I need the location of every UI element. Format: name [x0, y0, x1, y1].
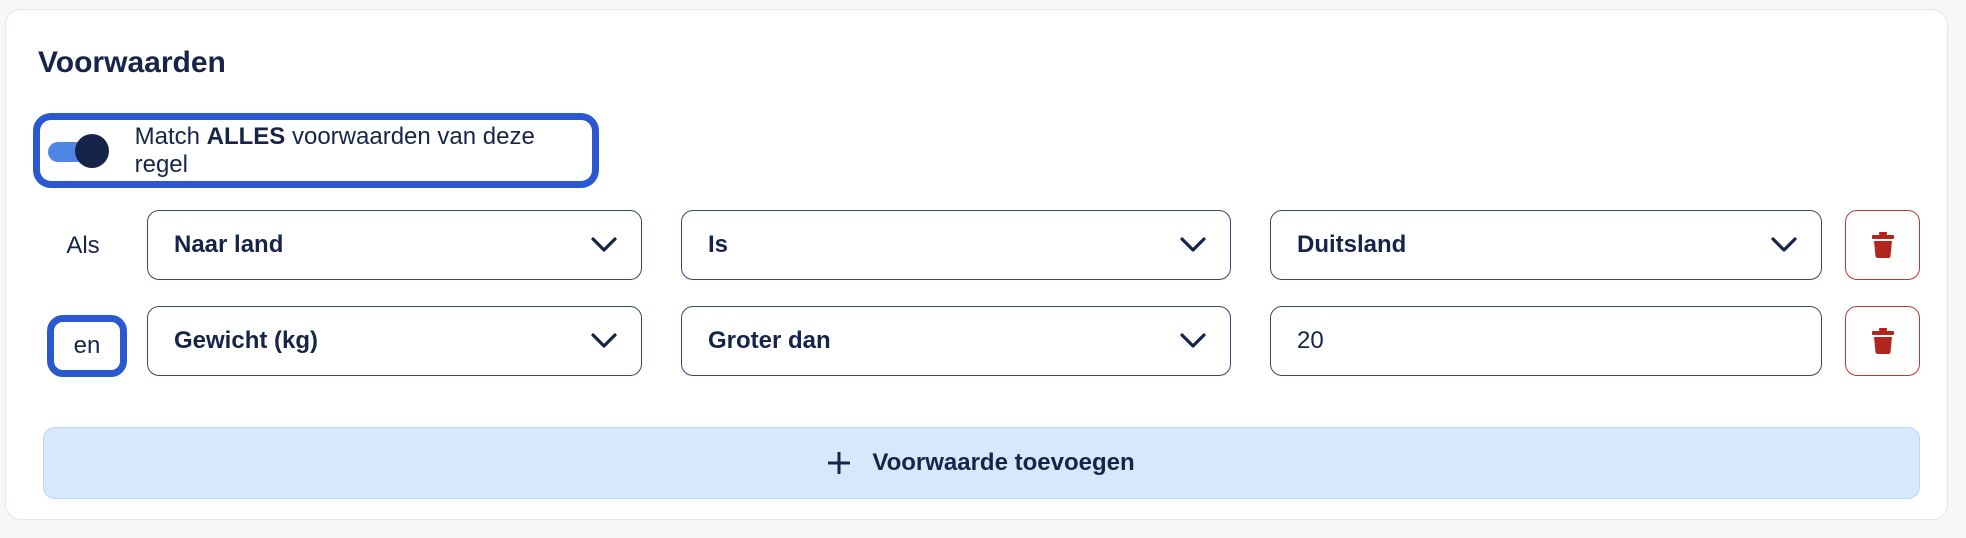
conditions-card: Voorwaarden Match ALLES voorwaarden van …: [5, 9, 1948, 520]
chevron-down-icon: [1771, 237, 1797, 252]
operator-select-value: Is: [708, 231, 729, 258]
plus-icon: [828, 452, 851, 474]
field-select[interactable]: Gewicht (kg): [147, 306, 642, 376]
operator-select[interactable]: Groter dan: [681, 306, 1231, 376]
operator-select-value: Groter dan: [708, 327, 831, 354]
field-select[interactable]: Naar land: [147, 210, 642, 280]
operator-select[interactable]: Is: [681, 210, 1231, 280]
switch-knob[interactable]: [75, 133, 109, 168]
match-label-bold: ALLES: [206, 122, 286, 150]
trash-icon: [1871, 328, 1894, 354]
conjunction-label: Als: [66, 232, 100, 259]
field-select-value: Gewicht (kg): [174, 327, 319, 354]
chevron-down-icon: [591, 333, 617, 348]
delete-condition-button[interactable]: [1845, 210, 1920, 280]
match-all-switch[interactable]: [48, 132, 110, 170]
match-all-toggle-highlight[interactable]: Match ALLES voorwaarden van deze regel: [33, 113, 599, 188]
trash-icon: [1871, 232, 1894, 258]
value-input-text: 20: [1297, 327, 1324, 354]
chevron-down-icon: [1180, 237, 1206, 252]
delete-condition-button[interactable]: [1845, 306, 1920, 376]
value-select[interactable]: Duitsland: [1270, 210, 1822, 280]
section-title: Voorwaarden: [38, 46, 226, 79]
field-select-value: Naar land: [174, 231, 284, 258]
value-select-value: Duitsland: [1297, 231, 1407, 258]
chevron-down-icon: [591, 237, 617, 252]
add-condition-button[interactable]: Voorwaarde toevoegen: [43, 427, 1920, 499]
add-condition-label: Voorwaarde toevoegen: [872, 449, 1135, 476]
chevron-down-icon: [1180, 333, 1206, 348]
match-label-prefix: Match: [134, 122, 207, 150]
conjunction-label-highlighted[interactable]: en: [47, 315, 127, 377]
value-input[interactable]: 20: [1270, 306, 1822, 376]
match-all-label: Match ALLES voorwaarden van deze regel: [135, 123, 592, 179]
